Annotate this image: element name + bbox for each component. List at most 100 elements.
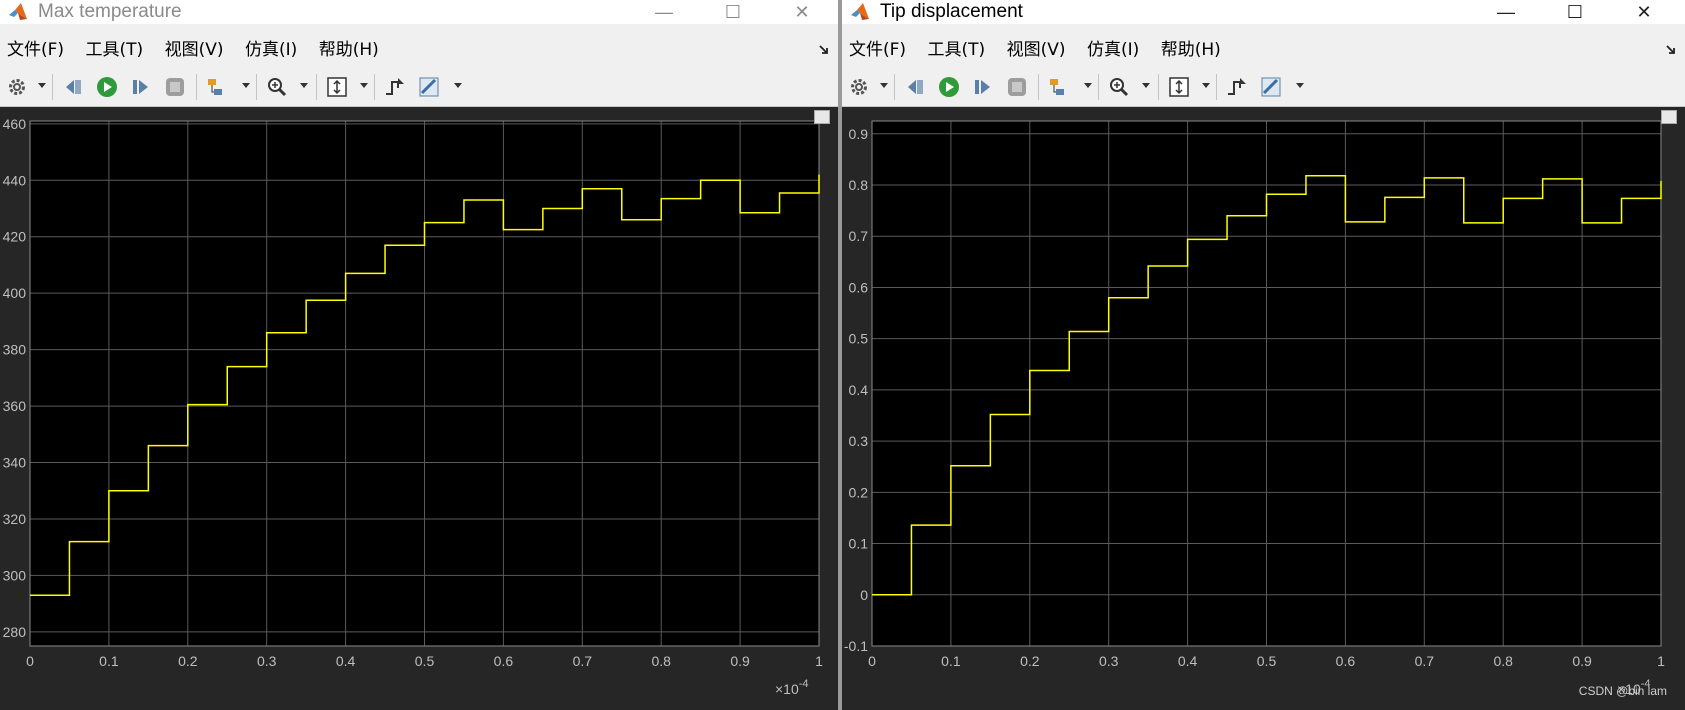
step-back-icon[interactable] xyxy=(62,76,84,98)
menu-bar: 文件(F) 工具(T) 视图(V) 仿真(I) 帮助(H) xyxy=(0,36,838,64)
x-tick-label: 0 xyxy=(26,653,34,669)
undock-icon[interactable] xyxy=(814,110,830,124)
autoscale-icon[interactable] xyxy=(1168,76,1190,98)
x-tick-label: 0.6 xyxy=(494,653,514,669)
scope-window-tip-displacement: Tip displacement — ☐ ✕ 文件(F) 工具(T) 视图(V)… xyxy=(842,0,1685,710)
window-title: Tip displacement xyxy=(880,1,1023,22)
settings-gear-icon[interactable] xyxy=(6,76,28,98)
y-tick-label: 460 xyxy=(3,116,27,132)
dock-icon[interactable] xyxy=(1665,44,1677,56)
x-tick-label: 0.3 xyxy=(1099,653,1119,669)
autoscale-dropdown-arrow-icon[interactable] xyxy=(1202,83,1210,88)
autoscale-icon[interactable] xyxy=(326,76,348,98)
y-tick-label: 0.6 xyxy=(849,279,869,295)
step-forward-icon[interactable] xyxy=(130,76,152,98)
measurements-icon[interactable] xyxy=(418,76,440,98)
y-tick-label: 0.3 xyxy=(849,433,869,449)
toolbar-separator xyxy=(256,74,257,100)
toolbar xyxy=(842,68,1685,107)
menu-view[interactable]: 视图(V) xyxy=(1000,36,1066,64)
x-tick-label: 0.5 xyxy=(415,653,435,669)
x-tick-label: 0.1 xyxy=(99,653,119,669)
toolbar-separator xyxy=(316,74,317,100)
y-tick-label: 360 xyxy=(3,398,27,414)
minimize-button[interactable]: — xyxy=(634,0,694,24)
x-tick-label: 1 xyxy=(815,653,823,669)
autoscale-dropdown-arrow-icon[interactable] xyxy=(360,83,368,88)
y-tick-label: 0.2 xyxy=(849,484,869,500)
x-tick-label: 0 xyxy=(868,653,876,669)
y-tick-label: 380 xyxy=(3,342,27,358)
trigger-icon[interactable] xyxy=(1226,76,1248,98)
highlight-block-icon[interactable] xyxy=(1048,76,1070,98)
zoom-in-icon[interactable] xyxy=(266,76,288,98)
menu-bar: 文件(F) 工具(T) 视图(V) 仿真(I) 帮助(H) xyxy=(842,36,1685,64)
y-tick-label: 340 xyxy=(3,455,27,471)
minimize-button[interactable]: — xyxy=(1476,0,1536,24)
maximize-button[interactable]: ☐ xyxy=(1545,0,1605,24)
settings-dropdown-arrow-icon[interactable] xyxy=(38,83,46,88)
measurements-dropdown-arrow-icon[interactable] xyxy=(454,83,462,88)
menu-simulation[interactable]: 仿真(I) xyxy=(238,36,297,64)
x-tick-label: 0.9 xyxy=(1572,653,1592,669)
x-tick-label: 0.2 xyxy=(1020,653,1040,669)
x-tick-label: 0.3 xyxy=(257,653,277,669)
x-tick-label: 0.1 xyxy=(941,653,961,669)
y-tick-label: 0.8 xyxy=(849,177,869,193)
y-tick-label: 300 xyxy=(3,567,27,583)
menu-help[interactable]: 帮助(H) xyxy=(1154,36,1221,64)
settings-dropdown-arrow-icon[interactable] xyxy=(880,83,888,88)
chart-max-temperature[interactable]: 0 0.1 0.2 0.3 0.4 0.5 0.6 0.7 0.8 0.9 1 280 300 320 34… xyxy=(0,107,838,710)
toolbar-separator xyxy=(52,74,53,100)
x-tick-label: 0.8 xyxy=(651,653,671,669)
toolbar-separator xyxy=(1038,74,1039,100)
highlight-dropdown-arrow-icon[interactable] xyxy=(1084,83,1092,88)
stop-icon[interactable] xyxy=(164,76,186,98)
title-bar[interactable]: Max temperature — ☐ ✕ xyxy=(0,0,838,24)
x-tick-label: 0.4 xyxy=(336,653,356,669)
menu-simulation[interactable]: 仿真(I) xyxy=(1080,36,1139,64)
toolbar-separator xyxy=(1158,74,1159,100)
title-bar[interactable]: Tip displacement — ☐ ✕ xyxy=(842,0,1685,24)
run-icon[interactable] xyxy=(938,76,960,98)
scope-window-max-temperature: Max temperature — ☐ ✕ 文件(F) 工具(T) 视图(V) … xyxy=(0,0,838,710)
maximize-button[interactable]: ☐ xyxy=(703,0,763,24)
measurements-icon[interactable] xyxy=(1260,76,1282,98)
highlight-dropdown-arrow-icon[interactable] xyxy=(242,83,250,88)
zoom-dropdown-arrow-icon[interactable] xyxy=(1142,83,1150,88)
menu-view[interactable]: 视图(V) xyxy=(158,36,224,64)
trigger-icon[interactable] xyxy=(384,76,406,98)
menu-help[interactable]: 帮助(H) xyxy=(312,36,379,64)
measurements-dropdown-arrow-icon[interactable] xyxy=(1296,83,1304,88)
y-tick-label: 0 xyxy=(860,587,868,603)
highlight-block-icon[interactable] xyxy=(206,76,228,98)
stop-icon[interactable] xyxy=(1006,76,1028,98)
step-forward-icon[interactable] xyxy=(972,76,994,98)
toolbar-separator xyxy=(196,74,197,100)
y-tick-label: 0.7 xyxy=(849,228,869,244)
watermark: CSDN @bin lam xyxy=(1578,684,1667,698)
x-tick-label: 0.7 xyxy=(573,653,593,669)
close-button[interactable]: ✕ xyxy=(1614,0,1674,24)
zoom-dropdown-arrow-icon[interactable] xyxy=(300,83,308,88)
close-button[interactable]: ✕ xyxy=(772,0,832,24)
run-icon[interactable] xyxy=(96,76,118,98)
menu-file[interactable]: 文件(F) xyxy=(0,36,64,64)
settings-gear-icon[interactable] xyxy=(848,76,870,98)
y-tick-label: -0.1 xyxy=(844,638,868,654)
y-tick-label: 320 xyxy=(3,511,27,527)
zoom-in-icon[interactable] xyxy=(1108,76,1130,98)
x-tick-label: 0.2 xyxy=(178,653,198,669)
menu-file[interactable]: 文件(F) xyxy=(842,36,906,64)
y-tick-label: 440 xyxy=(3,172,27,188)
menu-tools[interactable]: 工具(T) xyxy=(79,36,144,64)
x-tick-label: 0.7 xyxy=(1415,653,1435,669)
step-back-icon[interactable] xyxy=(904,76,926,98)
chart-tip-displacement[interactable]: 0 0.1 0.2 0.3 0.4 0.5 0.6 0.7 0.8 0.9 1-0.100.10.2… xyxy=(842,107,1685,710)
undock-icon[interactable] xyxy=(1661,110,1677,124)
y-tick-label: 280 xyxy=(3,624,27,640)
menu-tools[interactable]: 工具(T) xyxy=(921,36,986,64)
x-tick-label: 0.8 xyxy=(1493,653,1513,669)
dock-icon[interactable] xyxy=(818,44,830,56)
scope-display: 0 0.1 0.2 0.3 0.4 0.5 0.6 0.7 0.8 0.9 1 -0.1 0 0.1 0.2… xyxy=(842,107,1685,710)
